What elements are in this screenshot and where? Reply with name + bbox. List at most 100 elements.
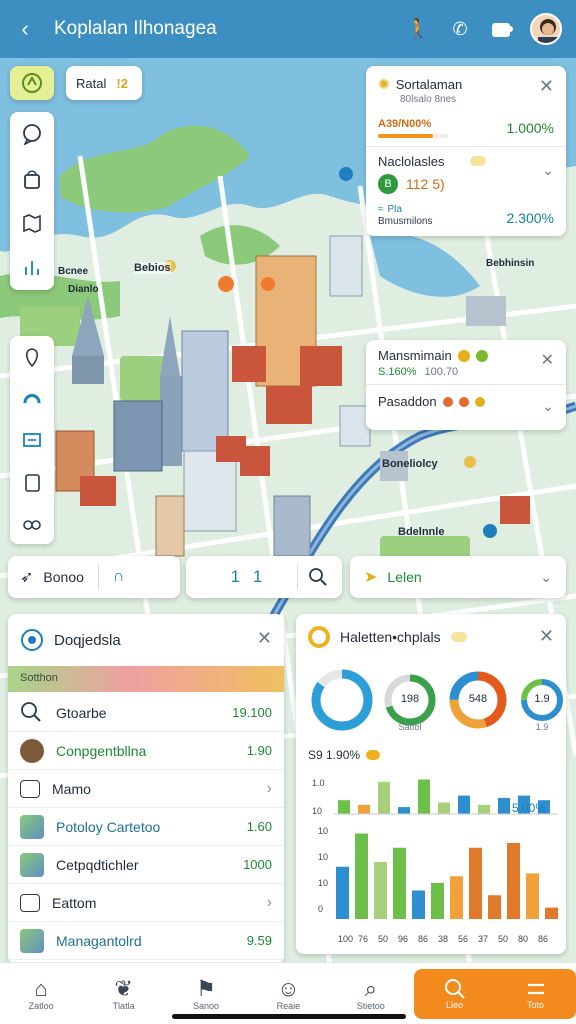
close-icon[interactable]: ✕ xyxy=(257,628,272,649)
sort-dropdown-label: Lelen xyxy=(387,569,422,585)
list-item-value: 1.90 xyxy=(246,743,272,758)
location-button[interactable] xyxy=(10,66,54,100)
list-item-value: 1.60 xyxy=(246,819,272,834)
bar xyxy=(526,873,539,919)
list-item-label: Cetpqdtichler xyxy=(56,856,139,873)
bar xyxy=(358,804,370,814)
search-icon xyxy=(20,701,44,725)
map-label: Boneliolcy xyxy=(382,458,438,470)
layer-chip-label: Ratal xyxy=(76,75,107,91)
walk-icon[interactable]: 🚶 xyxy=(404,15,432,43)
menu-action-button[interactable]: Toto xyxy=(525,978,547,1010)
face-icon: ☺ xyxy=(277,975,300,1001)
wave-icon: ≈ xyxy=(378,204,384,215)
list-item[interactable]: Cetpqdtichler 1000 xyxy=(8,846,284,884)
badge xyxy=(470,156,486,166)
bookmark-icon[interactable]: ∩ xyxy=(113,568,125,586)
close-icon[interactable]: ✕ xyxy=(539,626,554,647)
list-item-label: Mamo xyxy=(52,780,91,797)
bar xyxy=(488,895,501,919)
info-card-1-title: Sortalaman xyxy=(395,77,463,92)
y-tick-label: 10 xyxy=(318,852,328,862)
pin-icon[interactable] xyxy=(21,346,43,368)
layer-chip[interactable]: Ratal !2 xyxy=(66,66,142,100)
search-icon xyxy=(444,978,465,999)
menu-action-label: Toto xyxy=(526,999,544,1010)
layers-icon[interactable] xyxy=(21,429,43,451)
nav-item[interactable]: ❦ Tlatla xyxy=(94,975,154,1011)
map-fold-icon[interactable] xyxy=(21,212,43,234)
y-tick-label: 0 xyxy=(318,904,323,914)
filter-bar[interactable]: ➶ Bonoo ∩ xyxy=(8,556,180,598)
stat-line: S9 1.90% xyxy=(308,748,381,762)
nav-item[interactable]: ☺ Reaie xyxy=(258,975,318,1011)
phone-icon[interactable]: ✆ xyxy=(446,15,474,43)
details-panel: Doqjedsla ✕ Sotthon Gtoarbe 19.100 Conpgen… xyxy=(8,614,284,964)
nav-item-label: Sanoo xyxy=(192,1000,219,1011)
nav-item[interactable]: ⌕ Stietoo xyxy=(341,976,401,1011)
nav-item-label: Stietoo xyxy=(356,1000,385,1011)
clipboard-icon[interactable] xyxy=(21,471,43,493)
donut-label: 1.9 xyxy=(534,693,549,705)
map-label: Dianlo xyxy=(68,284,99,295)
search-input[interactable]: 1 1 xyxy=(200,567,297,587)
avatar[interactable] xyxy=(530,13,562,45)
list-item[interactable]: Mamo › xyxy=(8,770,284,808)
chevron-right-icon: › xyxy=(266,779,272,797)
send-icon: ➶ xyxy=(20,569,34,586)
bar-annotation: 5.00% xyxy=(512,801,546,815)
info-card-3-header: Mansmimain xyxy=(378,348,488,363)
list-item[interactable]: Conpgentbllna 1.90 xyxy=(8,732,284,770)
info-card-2-title: Naclolasles xyxy=(378,154,445,169)
close-icon[interactable]: ✕ xyxy=(539,76,554,97)
donut-sublabel: Sattol xyxy=(398,722,421,732)
search-bar[interactable]: 1 1 xyxy=(186,556,342,598)
x-tick-label: 50 xyxy=(498,934,508,944)
avatar xyxy=(20,738,44,763)
bars-icon[interactable] xyxy=(21,257,43,279)
search-action-button[interactable]: Lleo xyxy=(444,978,466,1010)
bag-icon[interactable] xyxy=(21,168,43,190)
chevron-down-icon[interactable]: ⌄ xyxy=(542,398,554,415)
info-card-1-value: 1.000% xyxy=(506,120,554,136)
home-indicator xyxy=(172,1014,406,1019)
list-item[interactable]: Gtoarbe 19.100 xyxy=(8,694,284,732)
route-icon[interactable] xyxy=(21,387,43,409)
info-card-2-meta-label: Pla xyxy=(387,204,402,215)
search-icon[interactable] xyxy=(308,567,328,587)
list-item[interactable]: Potoloy Cartetoo 1.60 xyxy=(8,808,284,846)
nav-items: ⌂ Zatloo ❦ Tlatla ⚑ Sanoo ☺ Reaie ⌕ Stietoo xyxy=(0,975,412,1011)
target-icon xyxy=(21,629,43,651)
sort-dropdown[interactable]: ➤ Lelen ⌄ xyxy=(350,556,566,598)
leaf-icon: ❦ xyxy=(114,975,133,1001)
nav-item-label: Reaie xyxy=(276,1000,301,1011)
chevron-down-icon[interactable]: ⌄ xyxy=(540,569,552,586)
puzzle-icon[interactable] xyxy=(488,15,516,43)
map-label: Bcnee xyxy=(58,266,89,277)
close-icon[interactable]: ✕ xyxy=(541,350,554,370)
list-item-value: 19.100 xyxy=(232,705,272,720)
chevron-down-icon[interactable]: ⌄ xyxy=(542,162,554,179)
binoculars-icon[interactable] xyxy=(21,512,43,534)
chevron-left-icon[interactable]: ‹ xyxy=(14,16,36,41)
info-card-4-title: Pasaddon xyxy=(378,394,437,409)
analytics-panel-header: Haletten•chplals xyxy=(308,626,467,648)
list-item-label: Managantolrd xyxy=(56,932,142,949)
nav-item[interactable]: ⌂ Zatloo xyxy=(11,976,71,1011)
bar xyxy=(458,795,470,814)
map-label: Bebios xyxy=(134,262,171,274)
nav-item[interactable]: ⚑ Sanoo xyxy=(176,976,236,1011)
list-item[interactable]: Eattom › xyxy=(8,884,284,922)
dot-icon xyxy=(475,349,488,362)
x-tick-label: 100 xyxy=(338,934,353,944)
list-item-value: 1000 xyxy=(243,857,272,872)
map-label: Bebhinsin xyxy=(486,258,535,269)
bar xyxy=(418,779,430,814)
info-card-2-badge-row: B 112 5) xyxy=(378,174,445,194)
donut-label: 198 xyxy=(401,693,419,705)
list-item[interactable]: Managantolrd 9.59 xyxy=(8,922,284,960)
bar xyxy=(431,882,444,919)
bubble-icon[interactable] xyxy=(21,123,43,146)
bar xyxy=(338,800,350,814)
info-card-2-badge-value: 112 5) xyxy=(406,176,445,192)
